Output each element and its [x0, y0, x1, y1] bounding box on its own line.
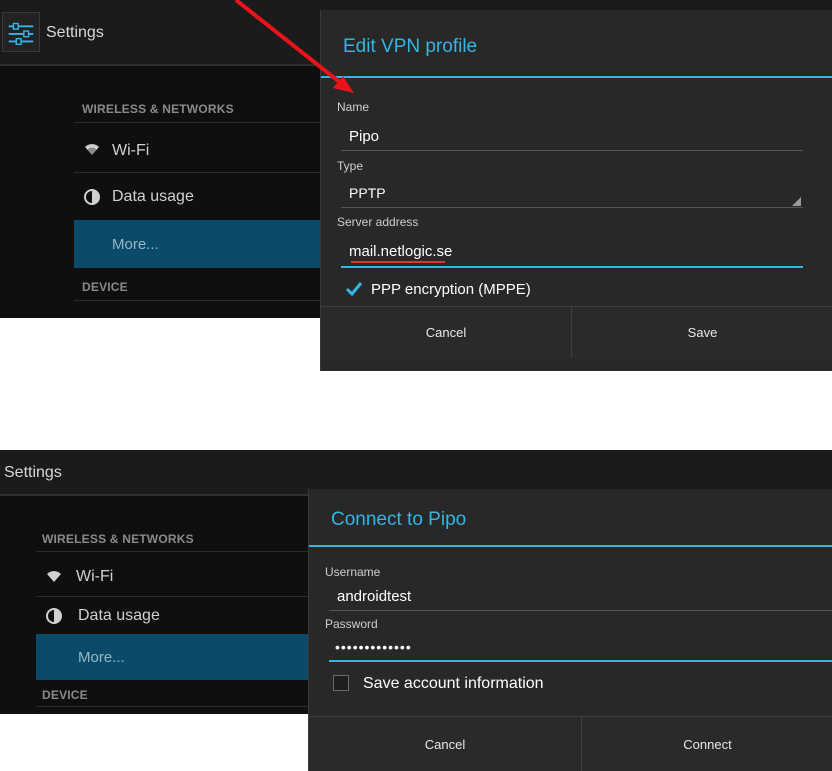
server-address-label: Server address [337, 215, 419, 229]
section-wireless-networks: WIRELESS & NETWORKS [82, 102, 234, 116]
section-wireless-networks: WIRELESS & NETWORKS [42, 532, 194, 546]
screenshot-edit-vpn: Settings WIRELESS & NETWORKS Wi-Fi Data … [0, 0, 832, 371]
name-label: Name [337, 100, 370, 114]
screenshot-connect-vpn: Settings WIRELESS & NETWORKS Wi-Fi Data … [0, 450, 832, 771]
wifi-icon [85, 144, 99, 155]
username-label: Username [325, 565, 381, 579]
background-blank [0, 318, 320, 371]
app-title: Settings [4, 464, 62, 481]
settings-item-more[interactable]: More... [74, 220, 320, 268]
cancel-button[interactable]: Cancel [309, 717, 581, 771]
ppp-encryption-checkbox-label[interactable]: PPP encryption (MPPE) [371, 281, 531, 298]
edit-vpn-dialog: Edit VPN profile Name Pipo Type PPTP Ser… [320, 10, 832, 371]
background-blank [0, 714, 308, 771]
divider [74, 172, 320, 173]
password-field[interactable]: ••••••••••••• [335, 639, 412, 655]
username-field[interactable]: androidtest [337, 588, 411, 605]
server-address-field[interactable]: mail.netlogic.se [349, 243, 452, 260]
section-device: DEVICE [42, 688, 88, 702]
settings-item-data-usage[interactable]: Data usage [78, 607, 160, 625]
connect-button[interactable]: Connect [582, 717, 832, 771]
server-address-underline [341, 266, 803, 268]
save-account-checkbox[interactable] [333, 675, 349, 691]
section-device: DEVICE [82, 280, 128, 294]
settings-item-data-usage[interactable]: Data usage [112, 188, 194, 206]
name-field-underline [341, 150, 803, 151]
dialog-button-bar: Cancel Save [321, 306, 832, 358]
divider [36, 706, 308, 707]
settings-item-more-label: More... [112, 236, 159, 253]
save-button[interactable]: Save [572, 307, 832, 358]
settings-app-icon[interactable] [2, 12, 40, 52]
divider [74, 300, 320, 301]
type-spinner-underline [341, 207, 803, 208]
settings-item-more-label: More... [78, 649, 125, 666]
name-field[interactable]: Pipo [349, 128, 379, 145]
wifi-icon [47, 571, 61, 582]
app-title: Settings [46, 24, 104, 41]
spellcheck-underline [351, 261, 445, 263]
check-icon[interactable] [345, 280, 363, 298]
password-label: Password [325, 617, 378, 631]
dialog-button-bar: Cancel Connect [309, 716, 832, 771]
data-usage-icon [84, 189, 100, 205]
dialog-title: Edit VPN profile [343, 36, 478, 57]
settings-item-wifi[interactable]: Wi-Fi [112, 142, 149, 160]
save-account-checkbox-label[interactable]: Save account information [363, 675, 544, 693]
connect-vpn-dialog: Connect to Pipo Username androidtest Pas… [308, 489, 832, 771]
divider [74, 122, 320, 123]
password-field-underline [329, 660, 832, 662]
divider [36, 596, 308, 597]
type-spinner[interactable]: PPTP [349, 185, 386, 201]
data-usage-icon [46, 608, 62, 624]
dialog-title-divider [321, 76, 832, 78]
dialog-title: Connect to Pipo [331, 509, 467, 530]
divider [36, 551, 308, 552]
type-label: Type [337, 159, 364, 173]
dialog-title-divider [309, 545, 832, 547]
settings-item-wifi[interactable]: Wi-Fi [76, 568, 113, 586]
settings-item-more[interactable]: More... [36, 634, 308, 680]
username-field-underline [329, 610, 832, 611]
cancel-button[interactable]: Cancel [321, 307, 571, 358]
dropdown-triangle-icon [792, 197, 801, 206]
